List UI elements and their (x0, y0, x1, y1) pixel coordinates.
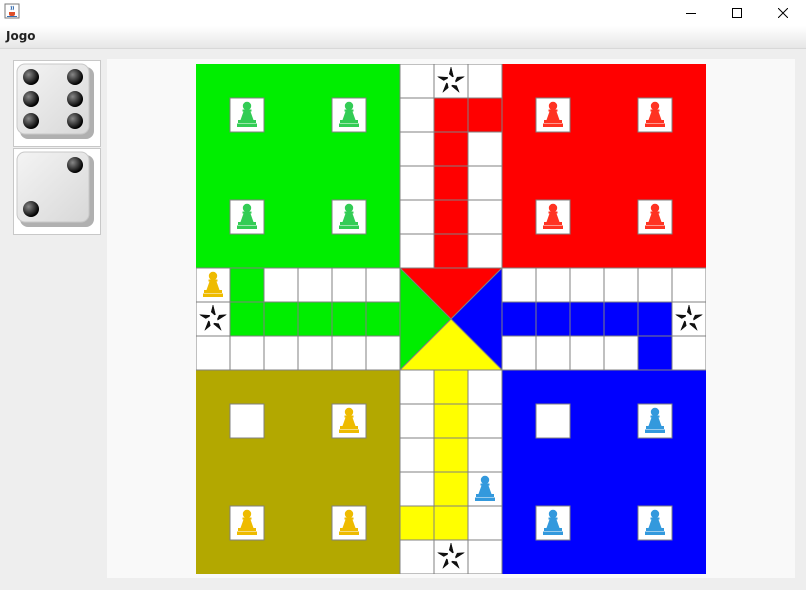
close-icon (778, 8, 788, 18)
board-cell[interactable] (501, 335, 537, 371)
die-one[interactable] (14, 61, 100, 146)
minimize-button[interactable] (668, 0, 714, 26)
yard-slot[interactable] (535, 403, 571, 439)
board-cell[interactable] (399, 233, 435, 269)
yellow-yard (196, 370, 400, 574)
minimize-icon (686, 13, 696, 14)
blue-yard (502, 370, 706, 574)
board-cell[interactable] (399, 131, 435, 167)
board-cell[interactable] (433, 165, 469, 201)
die-pip (23, 69, 39, 85)
board-cell[interactable] (603, 335, 639, 371)
board-cell[interactable] (467, 437, 503, 473)
board-cell[interactable] (399, 199, 435, 235)
board-cell[interactable] (671, 335, 706, 371)
board-cell[interactable] (603, 301, 639, 337)
board-cell[interactable] (365, 335, 401, 371)
maximize-icon (732, 8, 742, 18)
board-cell[interactable] (331, 301, 367, 337)
board-cell[interactable] (467, 131, 503, 167)
die-pip (23, 201, 39, 217)
board-cell[interactable] (433, 437, 469, 473)
die-two[interactable] (14, 149, 100, 234)
board-cell[interactable] (467, 539, 503, 574)
board-cell[interactable] (569, 267, 605, 303)
ludo-board (196, 64, 706, 574)
board-cell[interactable] (433, 369, 469, 405)
board-cell[interactable] (637, 267, 673, 303)
board-cell[interactable] (399, 539, 435, 574)
board-cell[interactable] (467, 403, 503, 439)
board-cell[interactable] (399, 97, 435, 133)
die-pip (23, 113, 39, 129)
board-cell[interactable] (433, 131, 469, 167)
board-cell[interactable] (263, 267, 299, 303)
board-cell[interactable] (297, 267, 333, 303)
board-cell[interactable] (501, 301, 537, 337)
board-cell[interactable] (263, 335, 299, 371)
board-cell[interactable] (535, 335, 571, 371)
red-yard (502, 64, 706, 268)
board-cell[interactable] (229, 301, 265, 337)
board-cell[interactable] (399, 437, 435, 473)
board-cell[interactable] (331, 335, 367, 371)
close-button[interactable] (760, 0, 806, 26)
title-bar (0, 0, 806, 26)
die-pip (67, 91, 83, 107)
board-cell[interactable] (433, 471, 469, 507)
board-cell[interactable] (467, 199, 503, 235)
board-cell[interactable] (399, 505, 435, 541)
board-cell[interactable] (467, 165, 503, 201)
green-yard (196, 64, 400, 268)
board-cell[interactable] (399, 165, 435, 201)
board-cell[interactable] (467, 369, 503, 405)
board-cell[interactable] (637, 335, 673, 371)
board-cell[interactable] (297, 301, 333, 337)
board-cell[interactable] (399, 403, 435, 439)
board-cell[interactable] (433, 505, 469, 541)
board-cell[interactable] (433, 403, 469, 439)
maximize-button[interactable] (714, 0, 760, 26)
board-cell[interactable] (433, 233, 469, 269)
board-cell[interactable] (229, 335, 265, 371)
board-cell[interactable] (331, 267, 367, 303)
board-cell[interactable] (569, 335, 605, 371)
board-cell[interactable] (399, 369, 435, 405)
board-cell[interactable] (433, 97, 469, 133)
board-cell[interactable] (467, 233, 503, 269)
board-cell[interactable] (399, 64, 435, 99)
board-cell[interactable] (603, 267, 639, 303)
board-cell[interactable] (535, 301, 571, 337)
board-cell[interactable] (365, 301, 401, 337)
die-panel-1[interactable] (13, 60, 101, 147)
yard-slot[interactable] (229, 403, 265, 439)
board-cell[interactable] (467, 505, 503, 541)
board-cell[interactable] (637, 301, 673, 337)
die-panel-2[interactable] (13, 148, 101, 235)
board-cell[interactable] (196, 335, 231, 371)
board-cell[interactable] (399, 471, 435, 507)
board-cell[interactable] (467, 97, 503, 133)
board-cell[interactable] (569, 301, 605, 337)
board-cell[interactable] (671, 267, 706, 303)
board-cell[interactable] (467, 64, 503, 99)
menu-bar: Jogo (0, 26, 806, 49)
board-cell[interactable] (229, 267, 265, 303)
board-cell[interactable] (535, 267, 571, 303)
die-pip (67, 69, 83, 85)
die-pip (23, 91, 39, 107)
die-pip (67, 157, 83, 173)
board-cell[interactable] (433, 199, 469, 235)
menu-jogo[interactable]: Jogo (6, 29, 36, 43)
die-pip (67, 113, 83, 129)
board-cell[interactable] (297, 335, 333, 371)
board-cell[interactable] (501, 267, 537, 303)
board-cell[interactable] (365, 267, 401, 303)
java-coffee-icon (4, 3, 20, 19)
board-cell[interactable] (263, 301, 299, 337)
